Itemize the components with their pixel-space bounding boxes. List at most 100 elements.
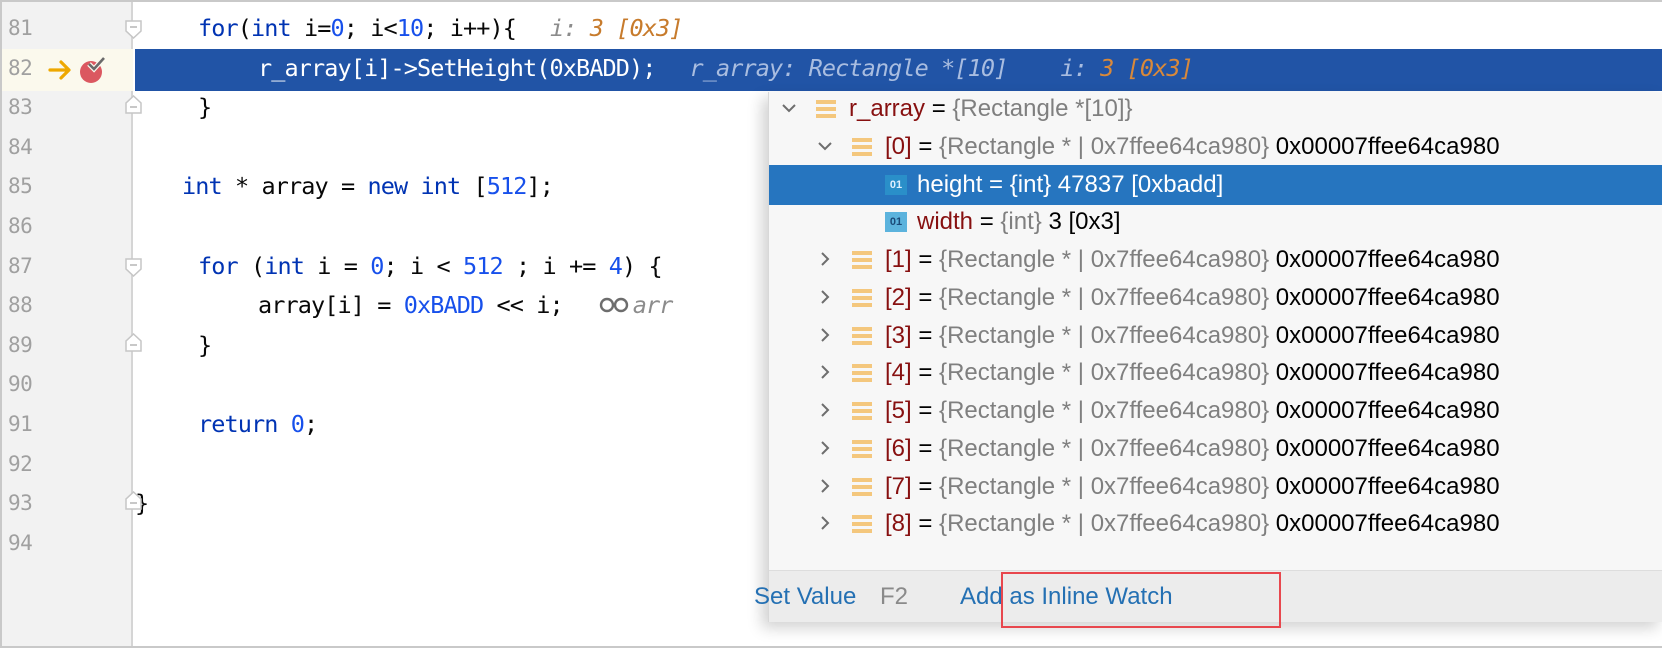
line-number[interactable]: 94 [8,522,33,564]
keyword-token: return [198,410,278,438]
tree-row[interactable]: [1] = {Rectangle * | 0x7ffee64ca980} 0x0… [769,240,1662,280]
variable-name: width [917,208,974,236]
chevron-right-icon[interactable] [815,353,835,393]
keyword-token: new [367,172,408,201]
line-number[interactable]: 83 [8,86,33,128]
variable-value: 0x00007ffee64ca980 [1269,359,1500,387]
line-number[interactable]: 88 [8,284,33,326]
tree-row[interactable]: [8] = {Rectangle * | 0x7ffee64ca980} 0x0… [769,504,1662,544]
variable-type: {Rectangle * | 0x7ffee64ca980} [939,283,1270,311]
tree-row-text: width = {int} 3 [0x3] [917,202,1121,242]
array-icon [816,100,836,118]
inline-debug-hint[interactable]: i: [550,14,590,42]
chevron-right-icon[interactable] [815,278,835,318]
variable-value: 0x00007ffee64ca980 [1269,510,1500,538]
variable-type: {Rectangle * | 0x7ffee64ca980} [939,132,1270,160]
tree-row-text: [2] = {Rectangle * | 0x7ffee64ca980} 0x0… [885,278,1500,318]
tree-row[interactable]: 01 width = {int} 3 [0x3] [769,202,1662,242]
line-number[interactable]: 81 [8,7,33,49]
code-line[interactable]: for(int i=0; i<10; i++){i: 3 [0x3] [135,7,683,49]
tree-row[interactable]: [7] = {Rectangle * | 0x7ffee64ca980} 0x0… [769,467,1662,507]
tree-row[interactable]: [2] = {Rectangle * | 0x7ffee64ca980} 0x0… [769,278,1662,318]
line-number[interactable]: 91 [8,403,33,445]
inline-debug-hint[interactable]: r_array: Rectangle *[10] i: [689,54,1100,82]
fold-end-icon[interactable] [124,491,143,511]
annotation-highlight-box [1001,572,1281,628]
breakpoint-icon[interactable] [78,55,108,85]
fold-start-icon[interactable] [124,257,143,277]
variable-name: [0] [885,132,912,160]
code-line[interactable]: return 0; [135,403,318,445]
code-line[interactable]: } [135,86,212,128]
keyword-token: int [182,172,223,201]
line-number[interactable]: 92 [8,443,33,485]
tree-row[interactable]: [3] = {Rectangle * | 0x7ffee64ca980} 0x0… [769,316,1662,356]
code-line[interactable]: int * array = new int [512]; [135,165,554,207]
inline-watch-glasses-icon [599,297,628,312]
code-line[interactable]: } [135,324,212,366]
tree-row-text: [7] = {Rectangle * | 0x7ffee64ca980} 0x0… [885,467,1500,507]
fold-end-icon[interactable] [124,332,143,353]
tree-row-text: [8] = {Rectangle * | 0x7ffee64ca980} 0x0… [885,504,1500,544]
code-token: array[i] = [258,291,404,320]
tree-row[interactable]: [5] = {Rectangle * | 0x7ffee64ca980} 0x0… [769,391,1662,431]
keyword-token: for [198,14,239,42]
line-number[interactable]: 86 [8,205,33,247]
chevron-down-icon[interactable] [815,127,835,167]
array-icon [852,515,872,534]
code-token: ; i++){ [423,14,517,42]
variable-type: {Rectangle *[10]} [952,95,1133,122]
code-line[interactable]: array[i] = 0xBADD << i; arr [135,284,674,326]
number-token: 0 [370,251,384,280]
variable-value: 0x00007ffee64ca980 [1269,246,1500,273]
line-number[interactable]: 85 [8,165,33,207]
chevron-down-icon[interactable] [779,89,799,129]
chevron-right-icon[interactable] [815,504,835,544]
line-number[interactable]: 87 [8,245,33,287]
tree-row-text: [3] = {Rectangle * | 0x7ffee64ca980} 0x0… [885,316,1500,356]
line-number[interactable]: 82 [8,47,33,89]
code-token: r_array[i]->SetHeight(0xBADD); [258,53,656,82]
chevron-right-icon[interactable] [815,467,835,507]
code-line[interactable]: r_array[i]->SetHeight(0xBADD); r_array: R… [135,47,1194,89]
line-number[interactable]: 93 [8,482,33,524]
number-token: 512 [463,251,504,280]
tree-row-text: [0] = {Rectangle * | 0x7ffee64ca980} 0x0… [885,127,1500,167]
tree-row[interactable]: r_array = {Rectangle *[10]} [769,89,1662,129]
variable-value: 0x00007ffee64ca980 [1269,283,1500,311]
tree-row[interactable]: [4] = {Rectangle * | 0x7ffee64ca980} 0x0… [769,353,1662,393]
chevron-right-icon[interactable] [815,316,835,356]
chevron-right-icon[interactable] [815,240,835,280]
code-token: ; i += [502,251,609,280]
fold-start-icon[interactable] [124,19,143,39]
execution-point-arrow-icon [48,60,71,80]
equals-sign: = [911,132,940,160]
variable-name: r_array [849,95,926,122]
variable-name: [1] [885,246,912,273]
code-token: } [198,93,212,122]
tree-row[interactable]: [0] = {Rectangle * | 0x7ffee64ca980} 0x0… [769,127,1662,167]
keyword-token: int [264,251,305,280]
tree-row[interactable]: [6] = {Rectangle * | 0x7ffee64ca980} 0x0… [769,429,1662,469]
line-number[interactable]: 84 [8,126,33,168]
variable-type: {Rectangle * | 0x7ffee64ca980} [939,246,1270,273]
line-number[interactable]: 90 [8,363,33,405]
code-token: << i; [483,291,563,320]
variable-value: 0x00007ffee64ca980 [1269,397,1500,424]
variable-name: [8] [885,510,912,538]
chevron-right-icon[interactable] [815,429,835,469]
variable-value: 0x00007ffee64ca980 [1269,434,1500,462]
tree-row[interactable]: 01 height = {int} 47837 [0xbadd] [769,164,1662,205]
inline-watch-text[interactable]: arr [633,291,674,319]
set-value-button[interactable]: Set Value [754,571,856,623]
fold-end-icon[interactable] [124,95,143,115]
equals-sign: = [925,95,953,122]
array-icon [852,326,872,345]
chevron-right-icon[interactable] [815,391,835,431]
line-number[interactable]: 89 [8,324,33,366]
keyword-token: int [251,14,292,42]
code-line[interactable]: for (int i = 0; i < 512 ; i += 4) { [135,245,663,287]
tree-row-text: [6] = {Rectangle * | 0x7ffee64ca980} 0x0… [885,429,1500,469]
variable-name: [4] [885,359,912,387]
